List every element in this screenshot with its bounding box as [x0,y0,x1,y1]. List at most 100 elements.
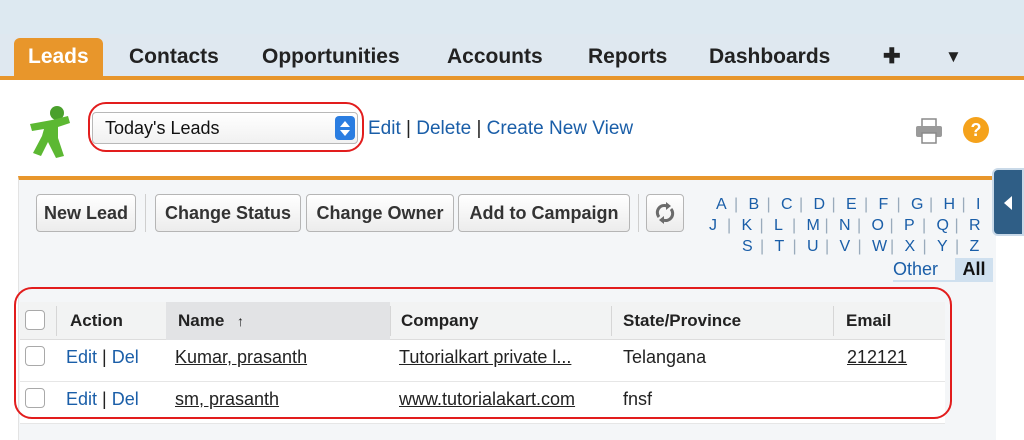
create-view-link[interactable]: Create New View [487,118,633,139]
alpha-letter-link[interactable]: T [775,238,785,256]
column-divider [390,306,391,336]
row-edit-link[interactable]: Edit [66,347,97,367]
state-cell: fnsf [623,389,653,409]
company-link[interactable]: Tutorialkart private l... [399,347,571,367]
separator: | [102,389,107,409]
state-cell: Telangana [623,347,707,367]
alpha-underline [893,280,993,282]
collapse-arrow-icon [1004,196,1012,210]
tab-leads[interactable]: Leads [14,38,103,80]
view-select[interactable]: Today's Leads [92,112,358,144]
alpha-letter-link[interactable]: S [742,238,753,256]
tab-reports[interactable]: Reports [588,40,667,80]
edit-view-link[interactable]: Edit [368,118,401,139]
lead-name-link[interactable]: Kumar, prasanth [175,347,307,367]
view-select-value: Today's Leads [105,118,220,138]
alpha-letter-link[interactable]: U [807,238,819,256]
alpha-letter-link[interactable]: V [840,238,851,256]
alpha-separator: | [929,196,934,213]
alpha-letter-link[interactable]: X [905,238,916,256]
header-email[interactable]: Email [846,311,891,331]
column-divider [56,306,57,336]
tab-contacts[interactable]: Contacts [129,40,219,80]
alpha-letter-link[interactable]: O [872,217,884,235]
header-company[interactable]: Company [401,311,478,331]
separator: | [102,347,107,367]
separator: | [406,118,411,139]
alpha-letter-link[interactable]: N [839,217,851,235]
alpha-letter-link[interactable]: E [846,196,857,214]
refresh-button[interactable] [646,194,684,232]
alpha-letter-link[interactable]: Z [970,238,980,256]
toolbar-divider [145,194,146,232]
tab-bar: Leads Contacts Opportunities Accounts Re… [0,34,1024,80]
leads-table: Action Name ↑ Company State/Province Ema… [20,302,945,424]
side-panel-toggle[interactable] [992,168,1024,236]
alpha-separator: | [766,196,771,213]
alpha-letter-link[interactable]: J [709,217,717,235]
table-header: Action Name ↑ Company State/Province Ema… [20,302,945,340]
delete-view-link[interactable]: Delete [416,118,471,139]
alpha-other-link[interactable]: Other [893,259,938,280]
header-state[interactable]: State/Province [623,311,741,331]
tab-dashboards[interactable]: Dashboards [709,40,830,80]
add-tab-icon[interactable]: ✚ [883,40,901,80]
alpha-letter-link[interactable]: L [774,217,783,235]
alpha-separator: | [889,217,894,234]
alpha-letter-link[interactable]: C [781,196,793,214]
alpha-letter-link[interactable]: D [814,196,826,214]
select-all-checkbox[interactable] [25,310,45,330]
alpha-all-link[interactable]: All [955,258,993,280]
select-chevron-icon [335,116,355,140]
add-to-campaign-button[interactable]: Add to Campaign [458,194,630,232]
change-owner-button[interactable]: Change Owner [306,194,454,232]
alpha-separator: | [727,217,732,234]
change-status-button[interactable]: Change Status [155,194,301,232]
header-name-label: Name [178,311,225,330]
row-checkbox[interactable] [25,346,45,366]
alpha-letter-link[interactable]: P [904,217,915,235]
alpha-letter-link[interactable]: A [716,196,727,214]
row-delete-link[interactable]: Del [112,389,139,409]
alpha-separator: | [896,196,901,213]
alpha-separator: | [857,217,862,234]
alpha-letter-link[interactable]: F [879,196,889,214]
alpha-letter-link[interactable]: M [807,217,820,235]
alpha-letter-link[interactable]: H [944,196,956,214]
email-link[interactable]: 212121 [847,347,907,367]
alpha-separator: | [955,238,960,255]
alpha-letter-link[interactable]: W [872,238,887,256]
column-divider [611,306,612,336]
alpha-separator: | [734,196,739,213]
row-edit-link[interactable]: Edit [66,389,97,409]
alpha-separator: | [799,196,804,213]
alpha-letter-link[interactable]: K [742,217,753,235]
alpha-separator: | [857,238,862,255]
leads-person-icon [30,106,70,158]
alpha-letter-link[interactable]: I [976,196,980,214]
alpha-letter-link[interactable]: B [749,196,760,214]
printer-icon[interactable] [914,118,944,144]
header-action: Action [70,311,123,330]
row-delete-link[interactable]: Del [112,347,139,367]
sort-ascending-icon: ↑ [237,313,245,329]
alpha-letter-link[interactable]: R [969,217,981,235]
view-links: Edit | Delete | Create New View [368,118,633,140]
tab-menu-chevron-icon[interactable]: ▼ [945,40,962,80]
alpha-letter-link[interactable]: Q [937,217,949,235]
tab-accounts[interactable]: Accounts [447,40,543,80]
refresh-icon [655,202,675,224]
company-link[interactable]: www.tutorialakart.com [399,389,575,409]
tab-opportunities[interactable]: Opportunities [262,40,400,80]
alpha-letter-link[interactable]: G [911,196,923,214]
header-name[interactable]: Name ↑ [178,311,244,331]
help-icon[interactable]: ? [963,117,989,143]
alpha-separator: | [864,196,869,213]
alpha-letter-link[interactable]: Y [937,238,948,256]
separator: | [476,118,482,139]
row-checkbox[interactable] [25,388,45,408]
alpha-separator: | [831,196,836,213]
new-lead-button[interactable]: New Lead [36,194,136,232]
lead-name-link[interactable]: sm, prasanth [175,389,279,409]
alpha-separator: | [961,196,966,213]
